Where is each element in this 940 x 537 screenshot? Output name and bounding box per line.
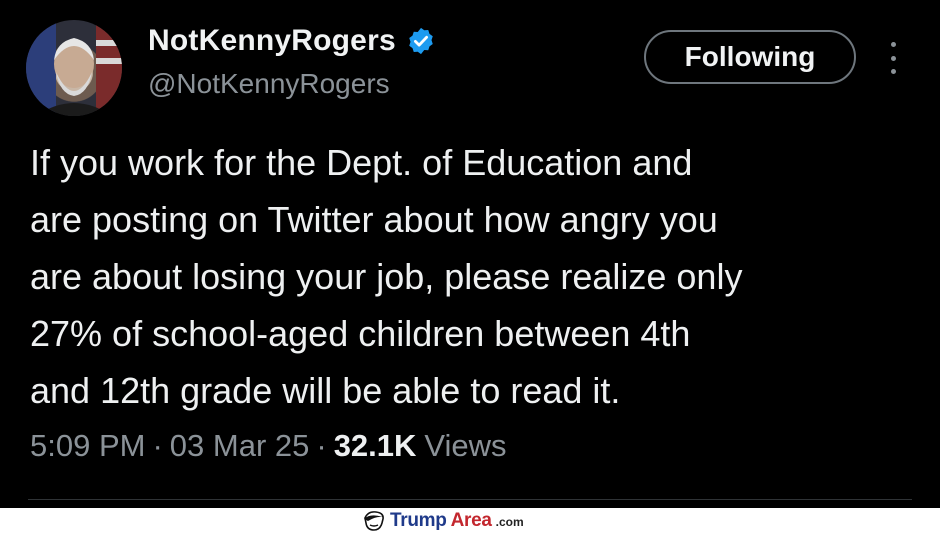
- tweet-date[interactable]: 03 Mar 25: [170, 428, 310, 464]
- following-button[interactable]: Following: [644, 30, 856, 84]
- tweet-text-line: are posting on Twitter about how angry y…: [30, 199, 718, 240]
- watermark-text-trump: Trump: [390, 510, 447, 531]
- tweet-metadata: 5:09 PM · 03 Mar 25 · 32.1K Views: [30, 428, 507, 464]
- watermark-text-suffix: .com: [495, 515, 524, 529]
- more-dot: [890, 55, 896, 61]
- tweet-text-line: If you work for the Dept. of Education a…: [30, 142, 693, 183]
- meta-separator: ·: [316, 428, 327, 463]
- avatar-image: [26, 20, 122, 116]
- meta-separator: ·: [152, 428, 163, 463]
- tweet-text-line: and 12th grade will be able to read it.: [30, 370, 621, 411]
- more-options-icon[interactable]: [880, 38, 906, 78]
- tweet-time[interactable]: 5:09 PM: [30, 428, 145, 464]
- author-handle[interactable]: @NotKennyRogers: [148, 68, 390, 100]
- tweet-text: If you work for the Dept. of Education a…: [30, 134, 910, 419]
- site-watermark: Trump Area .com: [362, 510, 524, 532]
- tweet-text-line: are about losing your job, please realiz…: [30, 256, 743, 297]
- tweet-text-line: 27% of school-aged children between 4th: [30, 313, 691, 354]
- views-label: Views: [424, 428, 507, 463]
- views-count[interactable]: 32.1K: [334, 428, 417, 464]
- author-name-row: NotKennyRogers: [148, 24, 436, 58]
- author-display-name[interactable]: NotKennyRogers: [148, 24, 396, 58]
- divider: [28, 499, 912, 500]
- more-dot: [890, 69, 896, 74]
- trump-hair-logo-icon: [362, 510, 386, 532]
- more-dot: [890, 42, 896, 47]
- watermark-text-area: Area: [450, 510, 492, 531]
- tweet-card: NotKennyRogers @NotKennyRogers Following…: [0, 0, 940, 508]
- author-avatar[interactable]: [26, 20, 122, 116]
- verified-badge-icon: [406, 26, 436, 56]
